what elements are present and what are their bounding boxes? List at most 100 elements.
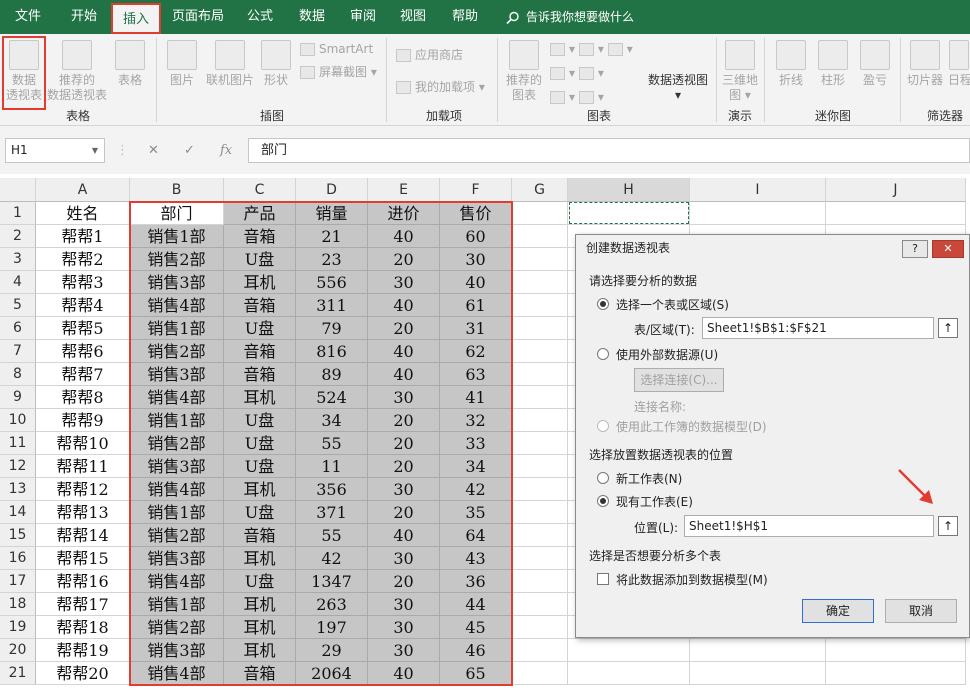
line-chart-button[interactable]: ▾ ▾ <box>550 64 604 82</box>
store-button[interactable]: 应用商店 <box>396 46 463 64</box>
column-header-a[interactable]: A <box>36 178 130 202</box>
sparkline-line-button[interactable]: 折线 <box>774 38 808 88</box>
radio-external[interactable] <box>597 348 609 360</box>
table-cell[interactable]: 帮帮8 <box>36 386 130 409</box>
radio-select-range[interactable] <box>597 298 609 310</box>
table-cell[interactable]: 帮帮17 <box>36 593 130 616</box>
table-cell[interactable] <box>512 478 568 501</box>
help-button[interactable]: ? <box>902 240 928 258</box>
table-cell[interactable]: 帮帮4 <box>36 294 130 317</box>
name-box[interactable]: H1 ▼ <box>5 138 105 163</box>
row-header[interactable]: 21 <box>0 662 36 685</box>
table-cell[interactable]: 帮帮10 <box>36 432 130 455</box>
timeline-button[interactable]: 日程 <box>948 38 970 88</box>
row-header[interactable]: 7 <box>0 340 36 363</box>
table-cell[interactable] <box>512 547 568 570</box>
table-cell[interactable] <box>512 662 568 685</box>
shapes-button[interactable]: 形状 <box>260 38 292 88</box>
recommended-charts-button[interactable]: 推荐的 图表 <box>504 38 544 103</box>
row-header[interactable]: 9 <box>0 386 36 409</box>
location-input[interactable]: Sheet1!$H$1 <box>684 515 934 537</box>
header-cell[interactable]: 姓名 <box>36 202 130 225</box>
tab-help[interactable]: 帮助 <box>443 0 487 34</box>
table-cell[interactable]: 帮帮16 <box>36 570 130 593</box>
my-addins-button[interactable]: 我的加载项 ▾ <box>396 78 485 96</box>
cancel-icon[interactable]: ✕ <box>148 138 159 163</box>
enter-icon[interactable]: ✓ <box>184 138 195 163</box>
tab-page-layout[interactable]: 页面布局 <box>166 0 230 34</box>
table-cell[interactable]: 帮帮3 <box>36 271 130 294</box>
table-cell[interactable] <box>512 271 568 294</box>
table-cell[interactable] <box>512 616 568 639</box>
tab-data[interactable]: 数据 <box>290 0 334 34</box>
tab-view[interactable]: 视图 <box>391 0 435 34</box>
pivot-chart-button[interactable]: 数据透视图 ▾ <box>646 38 710 103</box>
column-header-g[interactable]: G <box>512 178 568 202</box>
tell-me-box[interactable]: 告诉我你想要做什么 <box>506 0 634 34</box>
row-header[interactable]: 2 <box>0 225 36 248</box>
row-header[interactable]: 15 <box>0 524 36 547</box>
table-cell[interactable] <box>512 570 568 593</box>
row-header[interactable]: 17 <box>0 570 36 593</box>
table-cell[interactable] <box>512 524 568 547</box>
table-button[interactable]: 表格 <box>112 38 148 88</box>
table-cell[interactable] <box>690 639 826 662</box>
ok-button[interactable]: 确定 <box>802 599 874 623</box>
collapse-range-button[interactable]: ↑ <box>938 318 958 338</box>
table-cell[interactable] <box>512 225 568 248</box>
table-cell[interactable]: 帮帮15 <box>36 547 130 570</box>
collapse-location-button[interactable]: ↑ <box>938 516 958 536</box>
table-cell[interactable]: 帮帮9 <box>36 409 130 432</box>
cancel-button[interactable]: 取消 <box>885 599 957 623</box>
smartart-button[interactable]: SmartArt <box>300 40 373 58</box>
row-header[interactable]: 6 <box>0 317 36 340</box>
radio-new-sheet[interactable] <box>597 472 609 484</box>
row-header[interactable]: 14 <box>0 501 36 524</box>
table-cell[interactable]: 帮帮1 <box>36 225 130 248</box>
header-cell[interactable] <box>512 202 568 225</box>
row-header[interactable]: 1 <box>0 202 36 225</box>
radio-existing-sheet[interactable] <box>597 495 609 507</box>
table-cell[interactable] <box>512 409 568 432</box>
row-header[interactable]: 16 <box>0 547 36 570</box>
slicer-button[interactable]: 切片器 <box>904 38 946 88</box>
column-header-e[interactable]: E <box>368 178 440 202</box>
row-header[interactable]: 13 <box>0 478 36 501</box>
add-to-model-checkbox[interactable] <box>597 573 609 585</box>
select-all-corner[interactable] <box>0 178 36 202</box>
column-chart-button[interactable]: ▾ ▾ ▾ <box>550 40 633 58</box>
row-header[interactable]: 5 <box>0 294 36 317</box>
table-cell[interactable]: 帮帮11 <box>36 455 130 478</box>
table-cell[interactable]: 帮帮12 <box>36 478 130 501</box>
range-input[interactable]: Sheet1!$B$1:$F$21 <box>702 317 934 339</box>
row-header[interactable]: 4 <box>0 271 36 294</box>
table-cell[interactable]: 帮帮14 <box>36 524 130 547</box>
table-cell[interactable]: 帮帮13 <box>36 501 130 524</box>
close-button[interactable]: ✕ <box>932 240 964 258</box>
table-cell[interactable] <box>512 639 568 662</box>
table-cell[interactable] <box>512 432 568 455</box>
row-header[interactable]: 10 <box>0 409 36 432</box>
insert-function-icon[interactable]: fx <box>220 138 232 163</box>
table-cell[interactable]: 帮帮19 <box>36 639 130 662</box>
chevron-down-icon[interactable]: ▼ <box>92 139 98 162</box>
header-cell[interactable] <box>690 202 826 225</box>
table-cell[interactable] <box>512 317 568 340</box>
3d-map-button[interactable]: 三维地 图 ▾ <box>720 38 760 103</box>
row-header[interactable]: 3 <box>0 248 36 271</box>
radio-data-model[interactable] <box>597 420 609 432</box>
tab-insert[interactable]: 插入 <box>111 3 161 34</box>
table-cell[interactable]: 帮帮7 <box>36 363 130 386</box>
row-header[interactable]: 18 <box>0 593 36 616</box>
tab-file[interactable]: 文件 <box>4 0 52 34</box>
table-cell[interactable] <box>826 662 966 685</box>
column-header-b[interactable]: B <box>130 178 224 202</box>
row-header[interactable]: 19 <box>0 616 36 639</box>
pictures-button[interactable]: 图片 <box>164 38 200 88</box>
tab-review[interactable]: 审阅 <box>341 0 385 34</box>
table-cell[interactable]: 帮帮6 <box>36 340 130 363</box>
table-cell[interactable] <box>512 294 568 317</box>
recommended-pivot-button[interactable]: 推荐的 数据透视表 <box>46 38 108 103</box>
header-cell[interactable] <box>826 202 966 225</box>
table-cell[interactable] <box>512 501 568 524</box>
